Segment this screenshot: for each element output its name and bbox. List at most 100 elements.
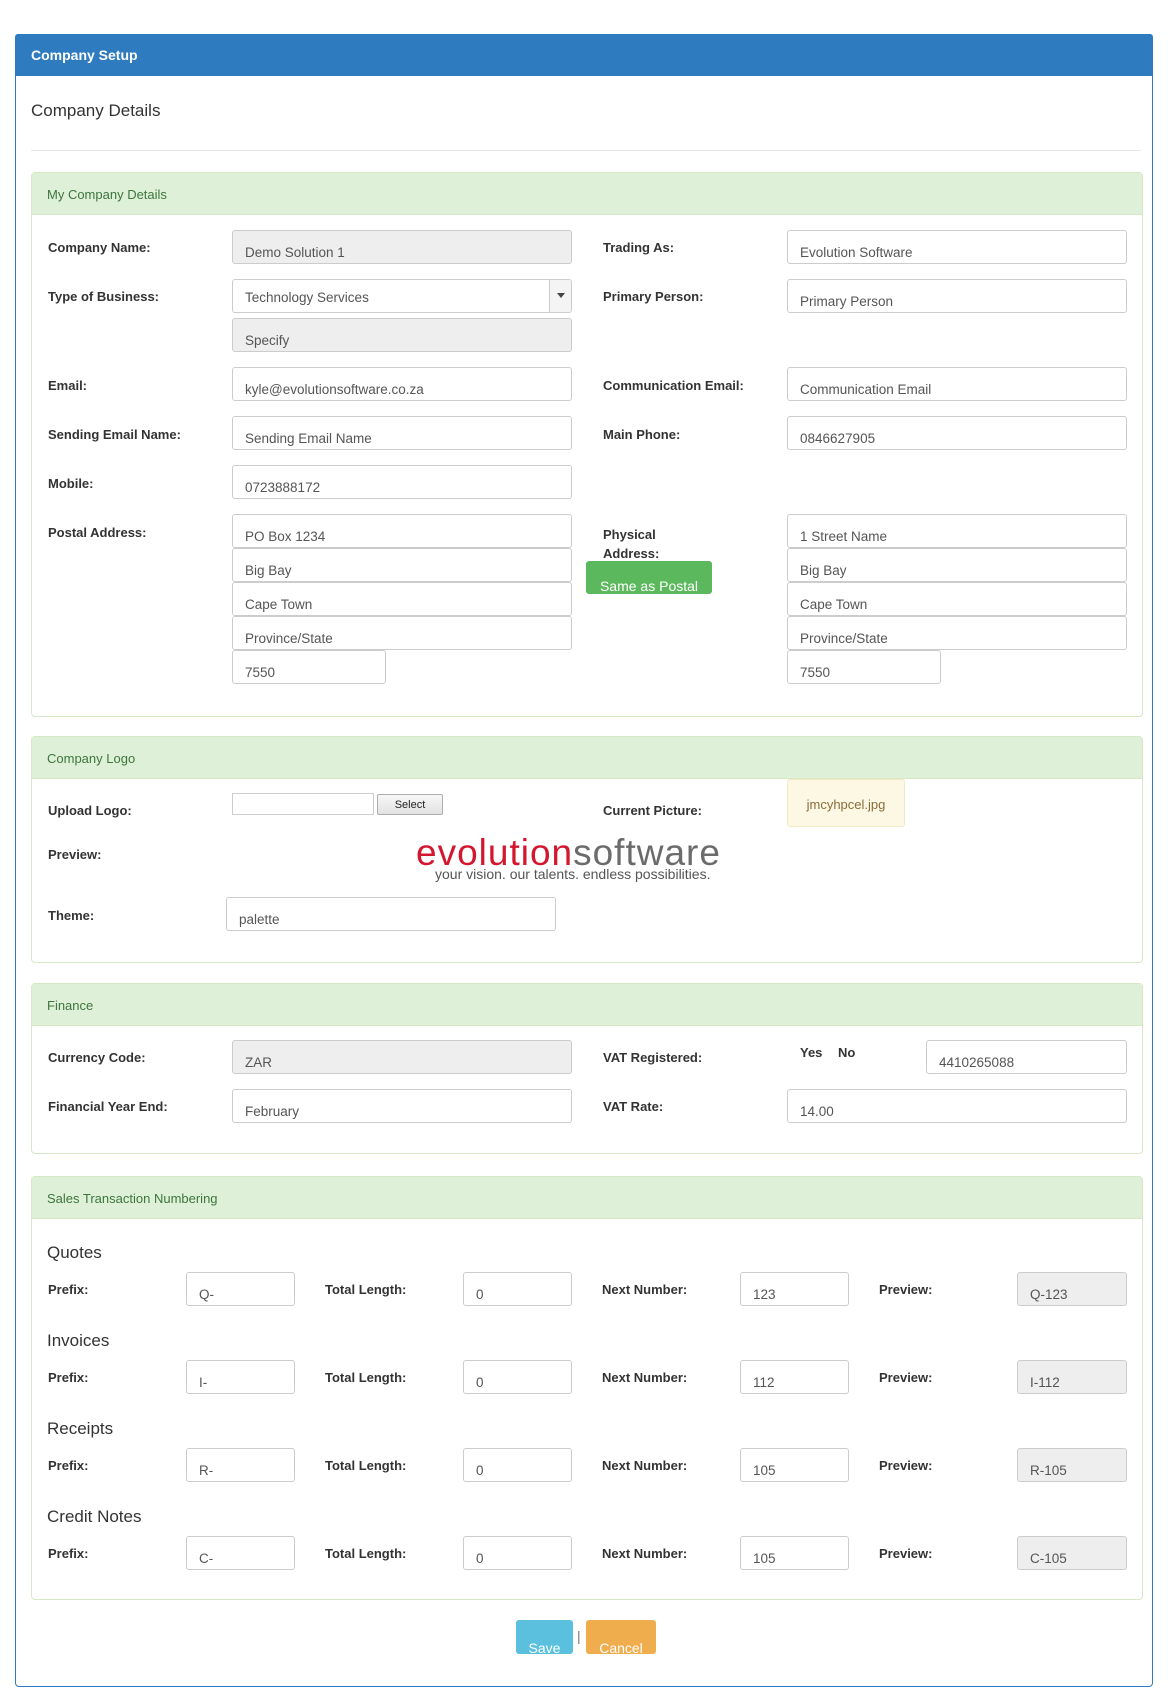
receipts-title: Receipts (47, 1419, 114, 1438)
mobile-label: Mobile: (48, 476, 94, 491)
credit-notes-prefix-label: Prefix: (48, 1546, 89, 1561)
preview-label: Preview: (48, 847, 102, 862)
invoices-prefix-label: Prefix: (48, 1370, 89, 1385)
main-phone-label: Main Phone: (603, 427, 681, 442)
same-as-postal-button[interactable]: Same as Postal (586, 561, 712, 594)
logo-tagline: your vision. our talents. endless possib… (435, 866, 711, 882)
credit-notes-prefix-input[interactable]: C- (186, 1536, 295, 1570)
upload-logo-label: Upload Logo: (48, 803, 132, 818)
main-phone-input[interactable]: 0846627905 (787, 416, 1127, 450)
communication-email-label: Communication Email: (603, 378, 744, 393)
vat-no-option[interactable]: No (838, 1045, 855, 1060)
my-company-details-heading: My Company Details (32, 173, 1142, 215)
current-picture-filename: jmcyhpcel.jpg (787, 779, 905, 827)
quotes-total-length-label: Total Length: (325, 1282, 407, 1297)
receipts-prefix-input[interactable]: R- (186, 1448, 295, 1482)
sales-numbering-heading: Sales Transaction Numbering (32, 1177, 1142, 1219)
receipts-preview-value: R-105 (1017, 1448, 1127, 1482)
vat-rate-input[interactable]: 14.00 (787, 1089, 1127, 1123)
sending-email-name-label: Sending Email Name: (48, 427, 181, 442)
credit-notes-total-length-input[interactable]: 0 (463, 1536, 572, 1570)
credit-notes-total-length-label: Total Length: (325, 1546, 407, 1561)
trading-as-input[interactable]: Evolution Software (787, 230, 1127, 264)
quotes-title: Quotes (47, 1243, 102, 1262)
physical-address-province[interactable]: Province/State (787, 616, 1127, 650)
current-picture-label: Current Picture: (603, 803, 702, 818)
postal-address-code[interactable]: 7550 (232, 650, 386, 684)
credit-notes-next-number-input[interactable]: 105 (740, 1536, 849, 1570)
page-title: Company Details (31, 101, 161, 120)
invoices-total-length-label: Total Length: (325, 1370, 407, 1385)
invoices-prefix-input[interactable]: I- (186, 1360, 295, 1394)
postal-address-label: Postal Address: (48, 525, 147, 540)
vat-number-input[interactable]: 4410265088 (926, 1040, 1127, 1074)
email-label: Email: (48, 378, 88, 393)
vat-registered-label: VAT Registered: (603, 1050, 703, 1065)
specify-input[interactable]: Specify (232, 318, 572, 352)
receipts-next-number-label: Next Number: (602, 1458, 688, 1473)
receipts-total-length-label: Total Length: (325, 1458, 407, 1473)
postal-address-province[interactable]: Province/State (232, 616, 572, 650)
credit-notes-preview-value: C-105 (1017, 1536, 1127, 1570)
panel-header: Company Setup (15, 34, 1153, 76)
currency-code-input[interactable]: ZAR (232, 1040, 572, 1074)
company-name-input[interactable]: Demo Solution 1 (232, 230, 572, 264)
vat-yes-option[interactable]: Yes (800, 1045, 822, 1060)
email-input[interactable]: kyle@evolutionsoftware.co.za (232, 367, 572, 401)
quotes-preview-label: Preview: (879, 1282, 933, 1297)
finance-heading: Finance (32, 984, 1142, 1026)
receipts-next-number-input[interactable]: 105 (740, 1448, 849, 1482)
quotes-next-number-label: Next Number: (602, 1282, 688, 1297)
type-of-business-label: Type of Business: (48, 289, 160, 304)
chevron-down-icon[interactable] (549, 280, 571, 312)
select-file-button[interactable]: Select (377, 794, 443, 815)
invoices-title: Invoices (47, 1331, 110, 1350)
receipts-total-length-input[interactable]: 0 (463, 1448, 572, 1482)
invoices-preview-label: Preview: (879, 1370, 933, 1385)
theme-input[interactable]: palette (226, 897, 556, 931)
vat-rate-label: VAT Rate: (603, 1099, 664, 1114)
credit-notes-next-number-label: Next Number: (602, 1546, 688, 1561)
quotes-prefix-input[interactable]: Q- (186, 1272, 295, 1306)
credit-notes-title: Credit Notes (47, 1507, 142, 1526)
communication-email-input[interactable]: Communication Email (787, 367, 1127, 401)
panel-title: Company Setup (31, 47, 138, 63)
primary-person-input[interactable]: Primary Person (787, 279, 1127, 313)
physical-address-line1[interactable]: 1 Street Name (787, 514, 1127, 548)
mobile-input[interactable]: 0723888172 (232, 465, 572, 499)
button-separator: | (577, 1628, 581, 1644)
sending-email-name-input[interactable]: Sending Email Name (232, 416, 572, 450)
currency-code-label: Currency Code: (48, 1050, 146, 1065)
financial-year-end-input[interactable]: February (232, 1089, 572, 1123)
quotes-preview-value: Q-123 (1017, 1272, 1127, 1306)
quotes-prefix-label: Prefix: (48, 1282, 89, 1297)
quotes-total-length-input[interactable]: 0 (463, 1272, 572, 1306)
trading-as-label: Trading As: (603, 240, 675, 255)
invoices-next-number-input[interactable]: 112 (740, 1360, 849, 1394)
invoices-total-length-input[interactable]: 0 (463, 1360, 572, 1394)
credit-notes-preview-label: Preview: (879, 1546, 933, 1561)
invoices-next-number-label: Next Number: (602, 1370, 688, 1385)
company-name-label: Company Name: (48, 240, 151, 255)
physical-address-code[interactable]: 7550 (787, 650, 941, 684)
divider (31, 150, 1141, 151)
theme-label: Theme: (48, 908, 95, 923)
physical-address-line2[interactable]: Big Bay (787, 548, 1127, 582)
company-logo-heading: Company Logo (32, 737, 1142, 779)
save-button[interactable]: Save (516, 1620, 573, 1656)
receipts-prefix-label: Prefix: (48, 1458, 89, 1473)
physical-address-label: Physical Address: (603, 527, 660, 561)
physical-address-city[interactable]: Cape Town (787, 582, 1127, 616)
receipts-preview-label: Preview: (879, 1458, 933, 1473)
primary-person-label: Primary Person: (603, 289, 704, 304)
upload-logo-input[interactable] (232, 793, 374, 815)
type-of-business-value: Technology Services (245, 290, 369, 305)
quotes-next-number-input[interactable]: 123 (740, 1272, 849, 1306)
invoices-preview-value: I-112 (1017, 1360, 1127, 1394)
postal-address-city[interactable]: Cape Town (232, 582, 572, 616)
type-of-business-select[interactable]: Technology Services (232, 279, 572, 313)
postal-address-line2[interactable]: Big Bay (232, 548, 572, 582)
cancel-button[interactable]: Cancel (586, 1620, 656, 1656)
financial-year-end-label: Financial Year End: (48, 1099, 168, 1114)
postal-address-line1[interactable]: PO Box 1234 (232, 514, 572, 548)
